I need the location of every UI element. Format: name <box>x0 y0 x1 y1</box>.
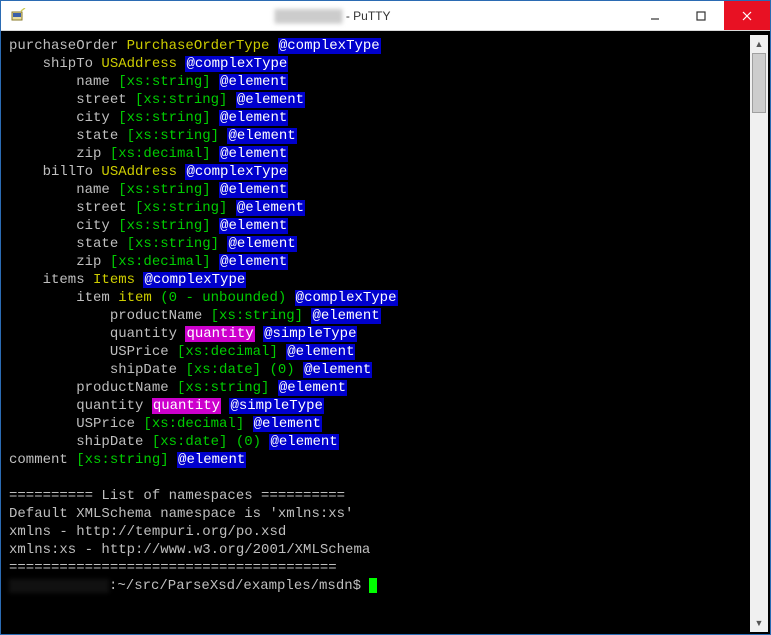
terminal-line: productName [xs:string] @element <box>9 307 750 325</box>
client-area: purchaseOrder PurchaseOrderType @complex… <box>1 31 770 634</box>
scroll-up-arrow[interactable]: ▲ <box>750 35 768 53</box>
prompt-host-blur <box>9 579 109 593</box>
window-title: ████████ - PuTTY <box>33 9 632 23</box>
terminal-line: zip [xs:decimal] @element <box>9 145 750 163</box>
terminal-line: zip [xs:decimal] @element <box>9 253 750 271</box>
minimize-button[interactable] <box>632 1 678 30</box>
terminal-line: quantity quantity @simpleType <box>9 397 750 415</box>
terminal-line: xmlns - http://tempuri.org/po.xsd <box>9 523 750 541</box>
maximize-button[interactable] <box>678 1 724 30</box>
terminal-line: comment [xs:string] @element <box>9 451 750 469</box>
terminal-line: purchaseOrder PurchaseOrderType @complex… <box>9 37 750 55</box>
terminal-line: quantity quantity @simpleType <box>9 325 750 343</box>
terminal-line: ======================================= <box>9 559 750 577</box>
window-buttons <box>632 1 770 30</box>
scroll-thumb[interactable] <box>752 53 766 113</box>
terminal-line: street [xs:string] @element <box>9 91 750 109</box>
scroll-track[interactable] <box>750 53 768 614</box>
putty-window: ████████ - PuTTY purchaseOrder PurchaseO… <box>0 0 771 635</box>
terminal[interactable]: purchaseOrder PurchaseOrderType @complex… <box>5 35 750 632</box>
prompt-line: :~/src/ParseXsd/examples/msdn$ <box>9 577 750 595</box>
terminal-line: street [xs:string] @element <box>9 199 750 217</box>
terminal-line: city [xs:string] @element <box>9 217 750 235</box>
terminal-line: shipDate [xs:date] (0) @element <box>9 361 750 379</box>
terminal-line: items Items @complexType <box>9 271 750 289</box>
terminal-line <box>9 469 750 487</box>
titlebar[interactable]: ████████ - PuTTY <box>1 1 770 31</box>
terminal-line: item item (0 - unbounded) @complexType <box>9 289 750 307</box>
terminal-line: xmlns:xs - http://www.w3.org/2001/XMLSch… <box>9 541 750 559</box>
terminal-line: Default XMLSchema namespace is 'xmlns:xs… <box>9 505 750 523</box>
terminal-line: state [xs:string] @element <box>9 235 750 253</box>
cursor <box>369 578 377 593</box>
terminal-line: name [xs:string] @element <box>9 181 750 199</box>
putty-icon <box>9 7 27 25</box>
terminal-line: USPrice [xs:decimal] @element <box>9 415 750 433</box>
close-button[interactable] <box>724 1 770 30</box>
terminal-line: billTo USAddress @complexType <box>9 163 750 181</box>
terminal-line: USPrice [xs:decimal] @element <box>9 343 750 361</box>
terminal-line: shipDate [xs:date] (0) @element <box>9 433 750 451</box>
terminal-line: ========== List of namespaces ========== <box>9 487 750 505</box>
terminal-line: name [xs:string] @element <box>9 73 750 91</box>
terminal-line: state [xs:string] @element <box>9 127 750 145</box>
scroll-down-arrow[interactable]: ▼ <box>750 614 768 632</box>
title-host-blur: ████████ <box>274 9 342 23</box>
scrollbar[interactable]: ▲ ▼ <box>750 35 768 632</box>
terminal-line: productName [xs:string] @element <box>9 379 750 397</box>
terminal-line: city [xs:string] @element <box>9 109 750 127</box>
terminal-line: shipTo USAddress @complexType <box>9 55 750 73</box>
